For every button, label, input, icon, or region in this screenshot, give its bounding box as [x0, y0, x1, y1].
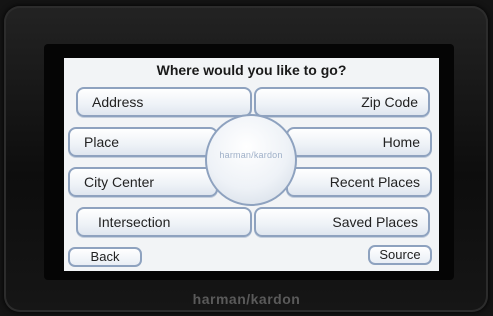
city-center-button[interactable]: City Center: [68, 167, 218, 197]
intersection-button[interactable]: Intersection: [76, 207, 252, 237]
recent-places-button[interactable]: Recent Places: [286, 167, 432, 197]
source-button[interactable]: Source: [368, 245, 432, 265]
back-button[interactable]: Back: [68, 247, 142, 267]
center-hub-logo: harman/kardon: [205, 114, 297, 206]
hub-logo-text: harman/kardon: [219, 150, 283, 160]
zip-code-button[interactable]: Zip Code: [254, 87, 430, 117]
device-brand-logo: harman/kardon: [192, 291, 301, 307]
screen-title: Where would you like to go?: [156, 62, 347, 78]
address-button[interactable]: Address: [76, 87, 252, 117]
saved-places-button[interactable]: Saved Places: [254, 207, 430, 237]
nav-screen: Where would you like to go? Address Plac…: [64, 58, 439, 271]
home-button[interactable]: Home: [286, 127, 432, 157]
place-button[interactable]: Place: [68, 127, 218, 157]
